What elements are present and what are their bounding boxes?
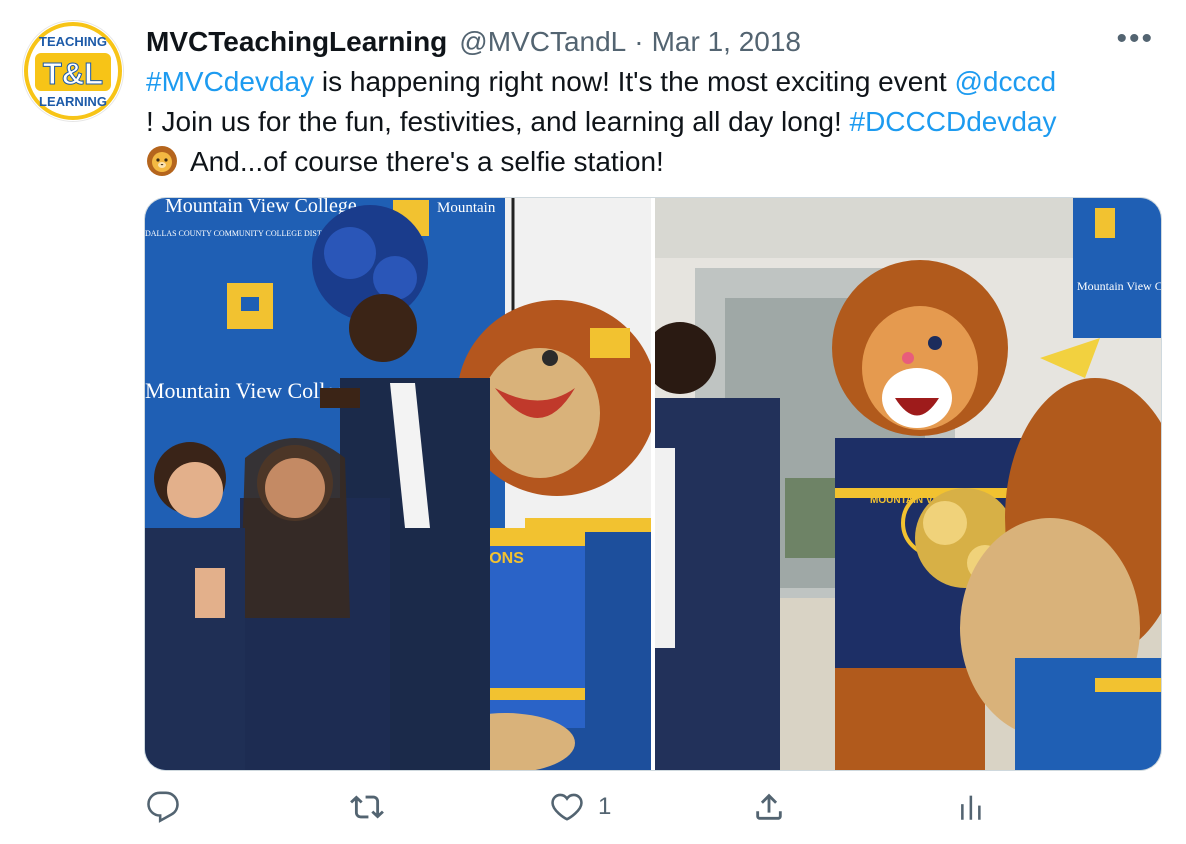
- retweet-icon: [350, 795, 384, 819]
- banner-subtitle: DALLAS COUNTY COMMUNITY COLLEGE DISTRICT: [145, 229, 340, 238]
- reply-icon: [147, 791, 179, 823]
- banner-short: Mountain: [437, 200, 496, 216]
- avatar-main-text: T&L: [43, 56, 103, 91]
- banner-title-right: Mountain View College: [1077, 279, 1161, 293]
- tweet-header: MVCTeachingLearning @MVCTandL · Mar 1, 2…: [146, 22, 801, 62]
- tweet-text-segment: And...of course there's a selfie station…: [190, 146, 664, 177]
- user-handle[interactable]: @MVCTandL: [459, 26, 626, 58]
- like-count: 1: [598, 793, 612, 820]
- like-button[interactable]: 1: [550, 790, 611, 824]
- tweet-line-2: ! Join us for the fun, festivities, and …: [146, 102, 1166, 142]
- share-icon: [756, 793, 782, 820]
- photo-mascots[interactable]: Mountain View College MOUNTAIN VIEW C: [655, 198, 1161, 770]
- mention-dcccd[interactable]: @dcccd: [954, 66, 1056, 97]
- banner-title: Mountain View College: [165, 198, 357, 217]
- tweet-text: #MVCdevday is happening right now! It's …: [146, 62, 1166, 182]
- more-horizontal-icon[interactable]: •••: [1116, 24, 1154, 54]
- tweet-text-segment: ! Join us for the fun, festivities, and …: [146, 106, 850, 137]
- tweet-actions: 1: [146, 786, 1026, 832]
- hashtag-mvcdevday[interactable]: #MVCdevday: [146, 66, 314, 97]
- tl-logo-icon: TEACHING T&L LEARNING: [23, 21, 123, 121]
- hashtag-dcccddevday[interactable]: #DCCCDdevday: [850, 106, 1057, 137]
- separator-dot: ·: [634, 26, 644, 57]
- tweet-date[interactable]: Mar 1, 2018: [652, 26, 801, 58]
- analytics-button[interactable]: [954, 790, 1002, 824]
- share-button[interactable]: [752, 790, 800, 824]
- avatar[interactable]: TEACHING T&L LEARNING: [22, 20, 124, 122]
- avatar-top-text: TEACHING: [39, 34, 107, 49]
- media-grid: Mountain View College DALLAS COUNTY COMM…: [144, 197, 1162, 771]
- reply-button[interactable]: [146, 790, 194, 824]
- tweet-line-3: And...of course there's a selfie station…: [146, 142, 1166, 182]
- heart-icon: [551, 793, 583, 821]
- tweet-text-segment: is happening right now! It's the most ex…: [314, 66, 955, 97]
- avatar-bottom-text: LEARNING: [39, 94, 107, 109]
- analytics-icon: [961, 795, 981, 820]
- tweet-card: TEACHING T&L LEARNING MVCTeachingLearnin…: [0, 0, 1186, 844]
- lion-face-emoji-icon: [146, 145, 178, 177]
- retweet-button[interactable]: [350, 790, 398, 824]
- photo-selfie-station-group[interactable]: Mountain View College DALLAS COUNTY COMM…: [145, 198, 651, 770]
- tweet-line-1: #MVCdevday is happening right now! It's …: [146, 62, 1166, 102]
- display-name[interactable]: MVCTeachingLearning: [146, 26, 447, 58]
